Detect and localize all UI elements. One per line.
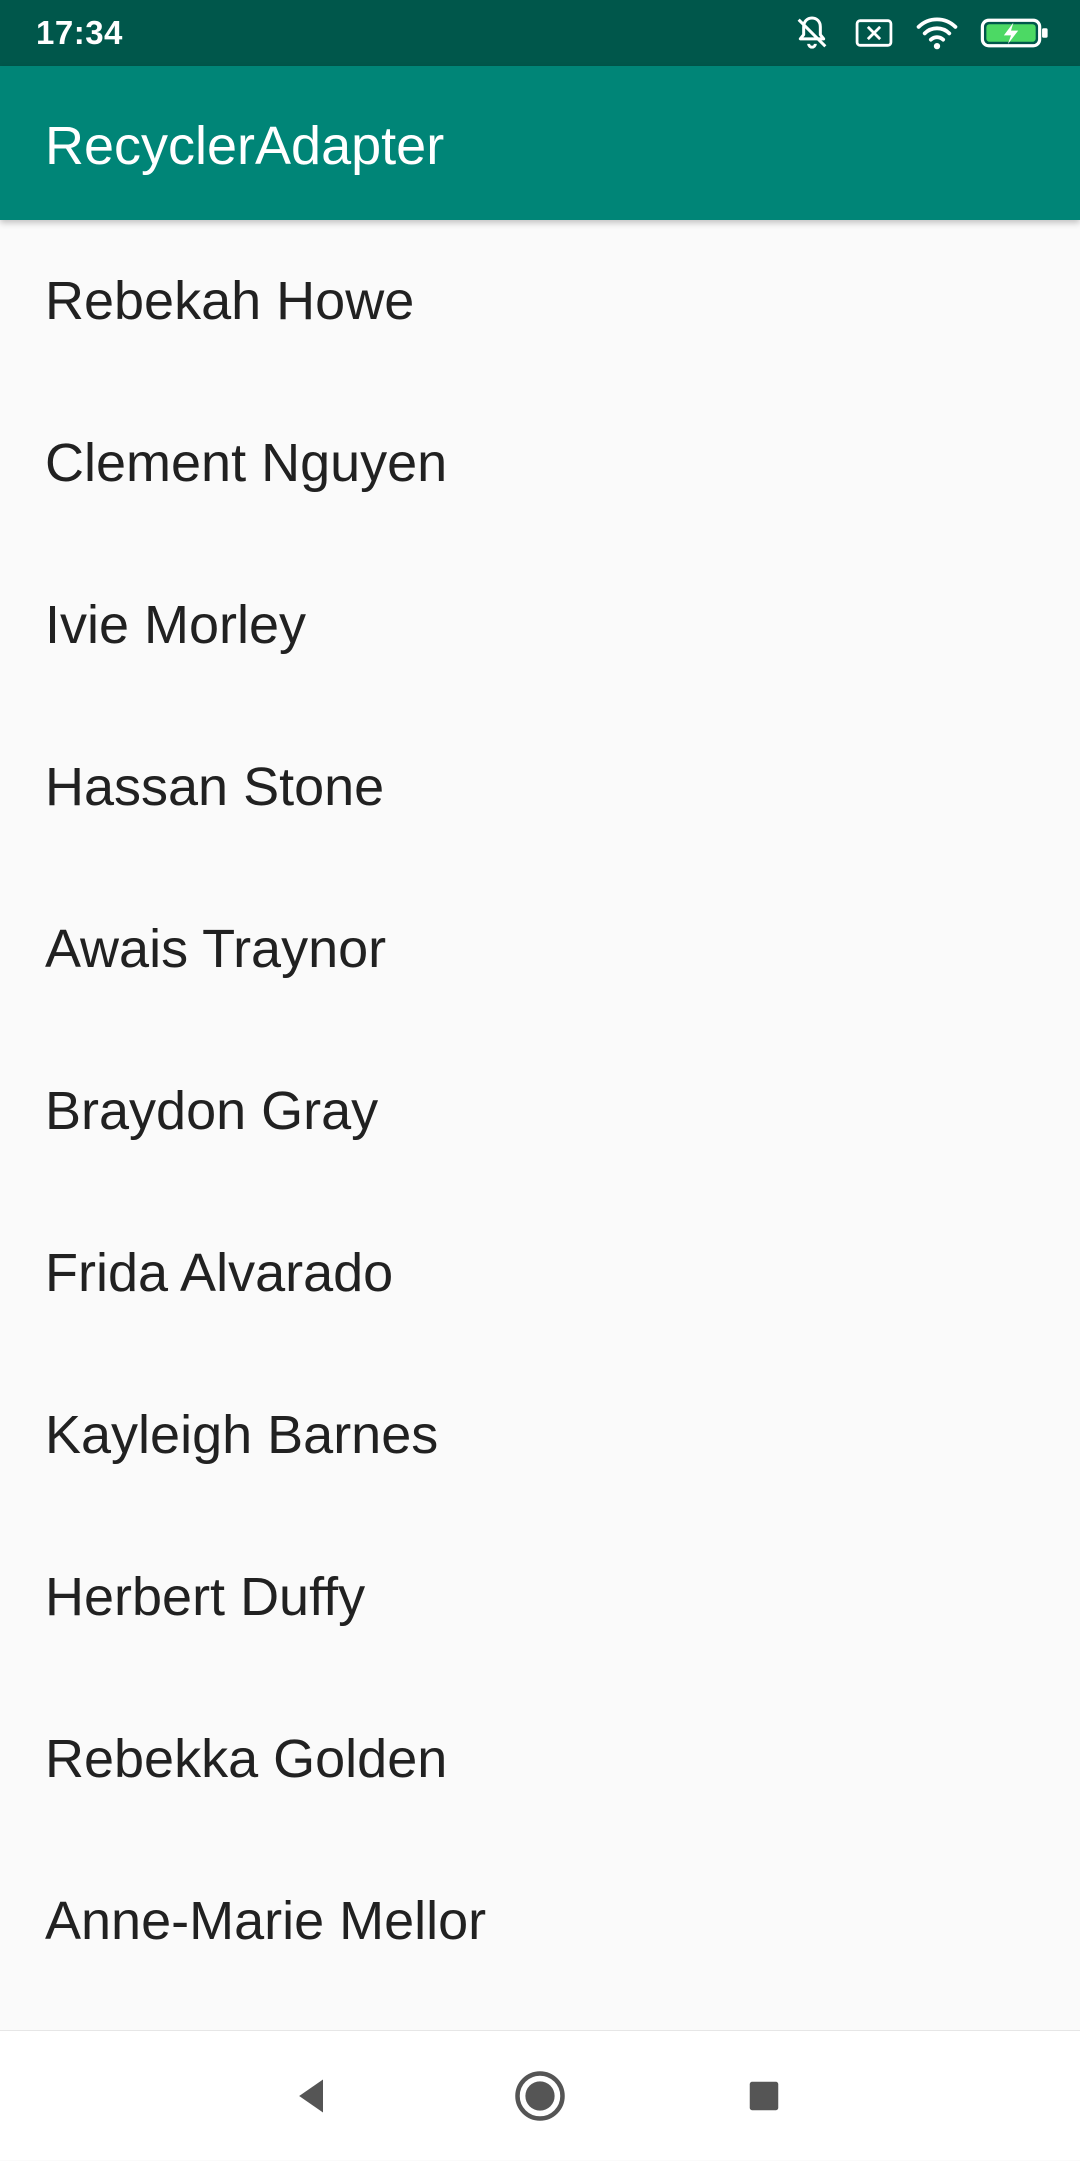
- list-item[interactable]: Rebekka Golden: [0, 1678, 1080, 1840]
- navigation-bar: [0, 2030, 1080, 2160]
- battery-charging-icon: [980, 17, 1050, 49]
- recents-icon: [749, 2081, 779, 2111]
- status-bar: 17:34: [0, 0, 1080, 66]
- back-icon: [299, 2079, 323, 2113]
- status-icons: [770, 12, 1050, 54]
- recents-button[interactable]: [699, 2031, 829, 2161]
- list-item[interactable]: Awais Traynor: [0, 868, 1080, 1030]
- app-title: RecyclerAdapter: [45, 116, 445, 176]
- mute-icon: [792, 13, 832, 53]
- no-sim-icon: [854, 17, 894, 49]
- name-list[interactable]: Rebekah Howe Clement Nguyen Ivie Morley …: [0, 220, 1080, 2030]
- list-item[interactable]: Frida Alvarado: [0, 1192, 1080, 1354]
- wifi-icon: [916, 15, 958, 51]
- list-item[interactable]: Hassan Stone: [0, 706, 1080, 868]
- list-item[interactable]: Clement Nguyen: [0, 382, 1080, 544]
- list-item[interactable]: Rebekah Howe: [0, 220, 1080, 382]
- status-time: 17:34: [36, 14, 123, 51]
- home-icon: [515, 2071, 565, 2121]
- back-button[interactable]: [247, 2031, 377, 2161]
- list-item[interactable]: Kayleigh Barnes: [0, 1354, 1080, 1516]
- list-item[interactable]: Anne-Marie Mellor: [0, 1840, 1080, 2002]
- list-item[interactable]: Braydon Gray: [0, 1030, 1080, 1192]
- home-button[interactable]: [475, 2031, 605, 2161]
- app-bar: RecyclerAdapter: [0, 66, 1080, 220]
- list-item[interactable]: Herbert Duffy: [0, 1516, 1080, 1678]
- list-item[interactable]: Ivie Morley: [0, 544, 1080, 706]
